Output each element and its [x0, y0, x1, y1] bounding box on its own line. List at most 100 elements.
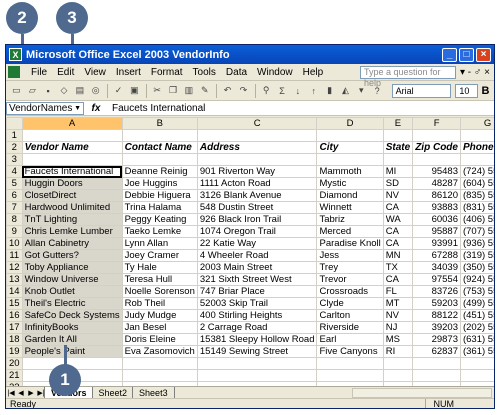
- menu-file[interactable]: File: [26, 67, 52, 78]
- cell-f21[interactable]: [412, 369, 461, 382]
- cell-b21[interactable]: [121, 369, 198, 382]
- cell-d20[interactable]: [316, 357, 384, 370]
- cell-f6[interactable]: 86120: [412, 189, 461, 202]
- cut-icon[interactable]: ✂: [150, 84, 165, 98]
- cell-a7[interactable]: Hardwood Unlimited: [21, 201, 123, 214]
- worksheet-grid[interactable]: ABCDEFG 1 2 Vendor Name Contact Name Address…: [6, 117, 494, 386]
- tab-sheet2[interactable]: Sheet2: [91, 386, 135, 399]
- font-name-select[interactable]: Arial: [391, 83, 452, 98]
- name-box[interactable]: VendorNames ▼: [6, 101, 84, 115]
- row-header[interactable]: 12: [6, 261, 23, 274]
- cell-c7[interactable]: 548 Dustin Street: [196, 201, 318, 214]
- cell-c15[interactable]: 52003 Skip Trail: [196, 297, 318, 310]
- bold-button[interactable]: B: [478, 84, 493, 98]
- cell-g21[interactable]: [459, 369, 494, 382]
- cell-g17[interactable]: (202) 555-9: [459, 321, 494, 334]
- row-header[interactable]: 16: [6, 309, 23, 322]
- cell-a17[interactable]: InfinityBooks: [21, 321, 123, 334]
- cell-d19[interactable]: Five Canyons: [316, 345, 384, 358]
- cell-d18[interactable]: Earl: [316, 333, 384, 346]
- cell-f19[interactable]: 62837: [412, 345, 461, 358]
- cell-e14[interactable]: FL: [382, 285, 414, 298]
- cell-f11[interactable]: 67288: [412, 249, 461, 262]
- new-icon[interactable]: ▭: [9, 84, 24, 98]
- cell-c6[interactable]: 3126 Blank Avenue: [196, 189, 318, 202]
- cell-a9[interactable]: Chris Lemke Lumber: [21, 225, 123, 238]
- cell-f18[interactable]: 29873: [412, 333, 461, 346]
- cell-e13[interactable]: CA: [382, 273, 414, 286]
- cell-d1[interactable]: [316, 129, 384, 142]
- cell-b5[interactable]: Joe Huggins: [121, 177, 198, 190]
- cell-e11[interactable]: MN: [382, 249, 414, 262]
- tab-sheet3[interactable]: Sheet3: [132, 386, 175, 399]
- cell-b14[interactable]: Noelle Sorenson: [121, 285, 198, 298]
- cell-f10[interactable]: 93991: [412, 237, 461, 250]
- redo-icon[interactable]: ↷: [236, 84, 251, 98]
- cell-b9[interactable]: Taeko Lemke: [121, 225, 198, 238]
- cell-d7[interactable]: Winnett: [316, 201, 384, 214]
- menu-tools[interactable]: Tools: [188, 67, 221, 78]
- sort-descending-icon[interactable]: ↑: [306, 84, 321, 98]
- cell-b12[interactable]: Ty Hale: [121, 261, 198, 274]
- print-preview-icon[interactable]: ◎: [88, 84, 103, 98]
- cell-b8[interactable]: Peggy Keating: [121, 213, 198, 226]
- cell-g18[interactable]: (631) 555-2: [459, 333, 494, 346]
- cell-c1[interactable]: [196, 129, 318, 142]
- horizontal-scrollbar[interactable]: [352, 387, 492, 398]
- document-window-controls[interactable]: ▾ - ♂ ×: [456, 67, 494, 78]
- row-header[interactable]: 14: [6, 285, 23, 298]
- cell-c20[interactable]: [196, 357, 318, 370]
- cell-e15[interactable]: MT: [382, 297, 414, 310]
- cell-c13[interactable]: 321 Sixth Street West: [196, 273, 318, 286]
- cell-e10[interactable]: CA: [382, 237, 414, 250]
- cell-a12[interactable]: Toby Appliance: [21, 261, 123, 274]
- open-icon[interactable]: ▱: [25, 84, 40, 98]
- cell-a10[interactable]: Allan Cabinetry: [21, 237, 123, 250]
- cell-g20[interactable]: [459, 357, 494, 370]
- cell-b20[interactable]: [121, 357, 198, 370]
- menu-help[interactable]: Help: [298, 67, 329, 78]
- undo-icon[interactable]: ↶: [220, 84, 235, 98]
- cell-g6[interactable]: (835) 555-4: [459, 189, 494, 202]
- drawing-icon[interactable]: ◭: [338, 84, 353, 98]
- cell-b3[interactable]: [121, 153, 198, 166]
- cell-a15[interactable]: Theil's Electric: [21, 297, 123, 310]
- cell-g19[interactable]: (361) 555-9: [459, 345, 494, 358]
- cell-g5[interactable]: (604) 555-1: [459, 177, 494, 190]
- cell-a13[interactable]: Window Universe: [21, 273, 123, 286]
- cell-g15[interactable]: (499) 555-2: [459, 297, 494, 310]
- cell-f9[interactable]: 95887: [412, 225, 461, 238]
- chart-wizard-icon[interactable]: ▮: [322, 84, 337, 98]
- insert-function-icon[interactable]: fx: [84, 103, 108, 114]
- cell-b18[interactable]: Doris Eleine: [121, 333, 198, 346]
- row-header[interactable]: 15: [6, 297, 23, 310]
- cell-e9[interactable]: CA: [382, 225, 414, 238]
- cell-g14[interactable]: (753) 555-1: [459, 285, 494, 298]
- cell-b1[interactable]: [121, 129, 198, 142]
- cell-f7[interactable]: 93883: [412, 201, 461, 214]
- font-size-select[interactable]: 10: [455, 83, 479, 98]
- cell-a6[interactable]: ClosetDirect: [21, 189, 123, 202]
- cell-d8[interactable]: Tabriz: [316, 213, 384, 226]
- format-painter-icon[interactable]: ✎: [197, 84, 212, 98]
- cell-f15[interactable]: 59203: [412, 297, 461, 310]
- help-icon[interactable]: ?: [370, 84, 385, 98]
- cell-f5[interactable]: 48287: [412, 177, 461, 190]
- cell-b6[interactable]: Debbie Higuera: [121, 189, 198, 202]
- cell-d15[interactable]: Clyde: [316, 297, 384, 310]
- cell-d17[interactable]: Riverside: [316, 321, 384, 334]
- row-header[interactable]: 2: [6, 141, 23, 154]
- row-header[interactable]: 19: [6, 345, 23, 358]
- cell-a11[interactable]: Got Gutters?: [21, 249, 123, 262]
- cell-c9[interactable]: 1074 Oregon Trail: [196, 225, 318, 238]
- cell-f12[interactable]: 34039: [412, 261, 461, 274]
- cell-a8[interactable]: TnT Lighting: [21, 213, 123, 226]
- copy-icon[interactable]: ❐: [166, 84, 181, 98]
- cell-a3[interactable]: [21, 153, 123, 166]
- cell-d11[interactable]: Jess: [316, 249, 384, 262]
- cell-a14[interactable]: Knob Outlet: [21, 285, 123, 298]
- cell-f16[interactable]: 88122: [412, 309, 461, 322]
- row-header[interactable]: 11: [6, 249, 23, 262]
- row-header[interactable]: 1: [6, 129, 23, 142]
- worksheet-table[interactable]: ABCDEFG 1 2 Vendor Name Contact Name Address…: [6, 117, 494, 386]
